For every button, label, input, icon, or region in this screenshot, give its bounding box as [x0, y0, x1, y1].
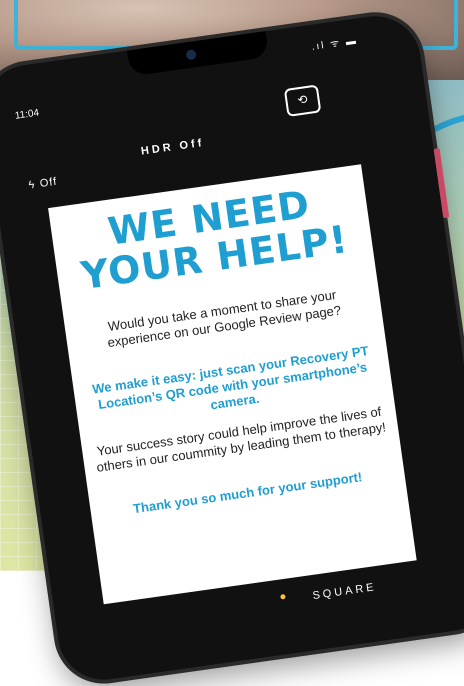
flash-toggle[interactable]: ϟ Off: [27, 172, 58, 194]
status-icons: .ıl ᯤ ▬: [311, 35, 359, 53]
status-time: 11:04: [14, 107, 40, 122]
flash-label: Off: [39, 175, 59, 191]
camera-switch-icon[interactable]: ⟲: [283, 84, 322, 117]
hdr-toggle[interactable]: HDR Off: [140, 137, 205, 158]
thank-you-text: Thank you so much for your support!: [132, 469, 364, 517]
card-title: WE NEED YOUR HELP!: [50, 176, 374, 299]
help-card: WE NEED YOUR HELP! Would you take a mome…: [48, 164, 417, 605]
review-request-text: Would you take a moment to share your ex…: [106, 287, 342, 351]
mode-indicator-dot: [280, 593, 286, 600]
camera-mode-square[interactable]: SQUARE: [312, 581, 378, 602]
lightning-icon: ϟ: [27, 178, 37, 192]
smartphone: 11:04 .ıl ᯤ ▬ ϟ Off HDR Off ⟲ WE NEED YO…: [0, 10, 464, 686]
